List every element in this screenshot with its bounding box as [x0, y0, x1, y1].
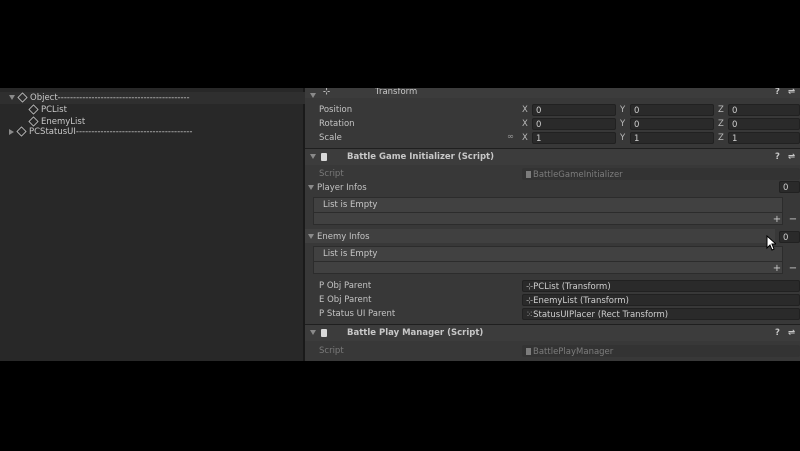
- foldout-arrow-icon[interactable]: [310, 154, 316, 159]
- remove-enemy-info-button[interactable]: −: [788, 264, 798, 274]
- transform-icon: ⊹: [323, 88, 331, 97]
- add-player-info-button[interactable]: +: [772, 215, 782, 225]
- unity-editor: Object----------------------------------…: [0, 88, 800, 361]
- settings-icon[interactable]: ⇌: [788, 88, 795, 98]
- mouse-cursor-icon: [766, 235, 776, 251]
- position-label: Position: [319, 105, 353, 115]
- enemy-infos-list: List is Empty: [313, 246, 783, 262]
- play-manager-script-field: BattlePlayManager: [522, 345, 800, 357]
- remove-player-info-button[interactable]: −: [788, 215, 798, 225]
- enemy-infos-list-footer: [313, 262, 783, 274]
- y-axis-label: Y: [620, 105, 626, 115]
- hierarchy-item-pclist[interactable]: PCList: [0, 104, 67, 116]
- link-icon[interactable]: ∞: [507, 132, 514, 142]
- add-enemy-info-button[interactable]: +: [772, 264, 782, 274]
- rotation-z-field[interactable]: 0: [728, 118, 800, 130]
- settings-icon[interactable]: ⇌: [788, 325, 795, 341]
- script-label: Script: [319, 169, 344, 179]
- p-status-ui-parent-field[interactable]: ⁙StatusUIPlacer (Rect Transform): [522, 308, 800, 320]
- x-axis-label: X: [522, 133, 528, 143]
- z-axis-label: Z: [718, 133, 724, 143]
- y-axis-label: Y: [620, 119, 626, 129]
- position-y-field[interactable]: 0: [630, 104, 714, 116]
- expand-arrow-icon[interactable]: [9, 95, 15, 100]
- scale-label: Scale: [319, 133, 342, 143]
- script-field: BattleGameInitializer: [522, 168, 800, 180]
- rotation-y-field[interactable]: 0: [630, 118, 714, 130]
- player-infos-foldout[interactable]: Player Infos: [308, 181, 367, 195]
- y-axis-label: Y: [620, 133, 626, 143]
- hierarchy-item-object[interactable]: Object----------------------------------…: [0, 92, 312, 104]
- player-infos-list: List is Empty: [313, 197, 783, 213]
- help-icon[interactable]: ?: [775, 88, 780, 98]
- scale-z-field[interactable]: 1: [728, 132, 800, 144]
- gameobject-icon: [16, 126, 27, 137]
- enemy-infos-row-highlight: [305, 229, 775, 243]
- enemy-infos-count[interactable]: 0: [779, 231, 800, 243]
- settings-icon[interactable]: ⇌: [788, 149, 795, 165]
- foldout-arrow-icon[interactable]: [310, 330, 316, 335]
- foldout-arrow-icon[interactable]: [308, 234, 314, 239]
- scale-x-field[interactable]: 1: [532, 132, 616, 144]
- hierarchy-item-pcstatusui[interactable]: PCStatusUI------------------------------…: [0, 126, 192, 138]
- script-file-icon: [526, 348, 531, 355]
- script-file-icon: [526, 171, 531, 178]
- z-axis-label: Z: [718, 119, 724, 129]
- position-x-field[interactable]: 0: [532, 104, 616, 116]
- enemy-infos-foldout[interactable]: Enemy Infos: [308, 230, 370, 244]
- script-icon: [321, 153, 327, 161]
- battle-play-manager-header[interactable]: Battle Play Manager (Script) ? ⇌: [305, 324, 800, 341]
- script-icon: [321, 329, 327, 337]
- player-infos-count[interactable]: 0: [779, 181, 800, 193]
- p-status-ui-parent-label: P Status UI Parent: [319, 309, 396, 319]
- z-axis-label: Z: [718, 105, 724, 115]
- foldout-arrow-icon[interactable]: [308, 185, 314, 190]
- hierarchy-panel: Object----------------------------------…: [0, 88, 312, 361]
- scale-y-field[interactable]: 1: [630, 132, 714, 144]
- gameobject-icon: [17, 92, 28, 103]
- x-axis-label: X: [522, 119, 528, 129]
- player-infos-list-footer: [313, 213, 783, 225]
- collapse-arrow-icon[interactable]: [9, 128, 14, 135]
- p-obj-parent-label: P Obj Parent: [319, 281, 372, 291]
- transform-header[interactable]: ⊹ Transform ? ⇌: [305, 88, 800, 98]
- gameobject-icon: [28, 104, 39, 115]
- x-axis-label: X: [522, 105, 528, 115]
- inspector-panel: ⊹ Transform ? ⇌ Position X 0 Y 0 Z 0 Rot…: [305, 88, 800, 361]
- foldout-arrow-icon[interactable]: [310, 93, 316, 98]
- rotation-label: Rotation: [319, 119, 355, 129]
- rotation-x-field[interactable]: 0: [532, 118, 616, 130]
- e-obj-parent-field[interactable]: ⊹EnemyList (Transform): [522, 294, 800, 306]
- battle-game-initializer-header[interactable]: Battle Game Initializer (Script) ? ⇌: [305, 148, 800, 165]
- position-z-field[interactable]: 0: [728, 104, 800, 116]
- help-icon[interactable]: ?: [775, 325, 780, 341]
- script-label: Script: [319, 346, 344, 356]
- help-icon[interactable]: ?: [775, 149, 780, 165]
- e-obj-parent-label: E Obj Parent: [319, 295, 372, 305]
- p-obj-parent-field[interactable]: ⊹PCList (Transform): [522, 280, 800, 292]
